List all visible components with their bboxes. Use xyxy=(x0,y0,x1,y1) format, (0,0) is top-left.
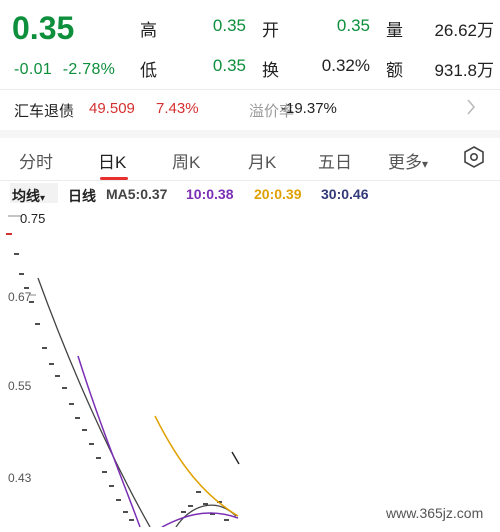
low-label: 低 xyxy=(140,61,157,80)
tab-more[interactable]: 更多▾ xyxy=(388,148,428,173)
ma20-value: 20:0.39 xyxy=(254,186,302,202)
tab-more-label: 更多 xyxy=(388,153,422,172)
kline-chart[interactable]: 0.75 0.67 0.55 0.43 xyxy=(0,206,500,528)
amount-value: 931.8万 xyxy=(434,61,494,80)
ma10-value: 10:0.38 xyxy=(186,186,234,202)
premium-value: -19.37% xyxy=(281,100,337,117)
high-label: 高 xyxy=(140,21,157,40)
hexagon-settings-icon[interactable] xyxy=(462,145,486,174)
candle xyxy=(231,451,240,465)
tab-weekly-k[interactable]: 周K xyxy=(172,148,200,173)
ma20-line xyxy=(154,415,239,517)
related-bond-row[interactable]: 汇车退债 49.509 7.43% 溢价率 -19.37% xyxy=(0,90,500,130)
high-value: 0.35 xyxy=(212,16,246,35)
tab-monthly-k[interactable]: 月K xyxy=(248,148,276,173)
selector-arrow-icon: ▾ xyxy=(40,193,46,204)
volume-label: 量 xyxy=(386,21,403,40)
last-price: 0.35 xyxy=(12,10,75,46)
chevron-down-icon: ▾ xyxy=(422,157,429,171)
change-value: -0.01 xyxy=(14,61,52,78)
tab-five-day[interactable]: 五日 xyxy=(318,148,352,173)
turnover-label: 换 xyxy=(262,61,279,80)
amount-label: 额 xyxy=(386,61,403,80)
watermark-text: www.365jz.com xyxy=(386,505,484,521)
ytick-043: 0.43 xyxy=(8,471,32,485)
bond-change-percent: 7.43% xyxy=(156,100,199,117)
chevron-right-icon[interactable] xyxy=(466,98,476,122)
open-value: 0.35 xyxy=(336,16,370,35)
bond-name: 汇车退债 xyxy=(14,103,75,120)
open-label: 开 xyxy=(262,21,279,40)
candles xyxy=(14,253,240,521)
bond-price: 49.509 xyxy=(89,100,135,117)
ma-selector-label: 均线 xyxy=(12,188,40,204)
tabs-divider xyxy=(0,180,500,181)
change-percent: -2.78% xyxy=(62,61,116,78)
ma5-value: MA5:0.37 xyxy=(106,186,168,202)
turnover-value: 0.32% xyxy=(321,56,370,75)
ytick-067: 0.67 xyxy=(8,290,32,304)
section-gap xyxy=(0,130,500,138)
tab-intraday[interactable]: 分时 xyxy=(19,148,53,173)
ytick-top: 0.75 xyxy=(20,211,46,226)
period-label[interactable]: 日线 xyxy=(68,186,96,206)
ma10-line xyxy=(77,355,141,528)
ytick-055: 0.55 xyxy=(8,379,32,393)
price-change: -0.01 -2.78% xyxy=(14,61,115,79)
ma-selector[interactable]: 均线▾ xyxy=(12,186,45,206)
volume-value: 26.62万 xyxy=(434,21,494,40)
ma30-value: 30:0.46 xyxy=(321,186,369,202)
tab-daily-k[interactable]: 日K xyxy=(98,148,126,173)
low-value: 0.35 xyxy=(212,56,246,75)
kline-chart-svg xyxy=(6,215,240,528)
